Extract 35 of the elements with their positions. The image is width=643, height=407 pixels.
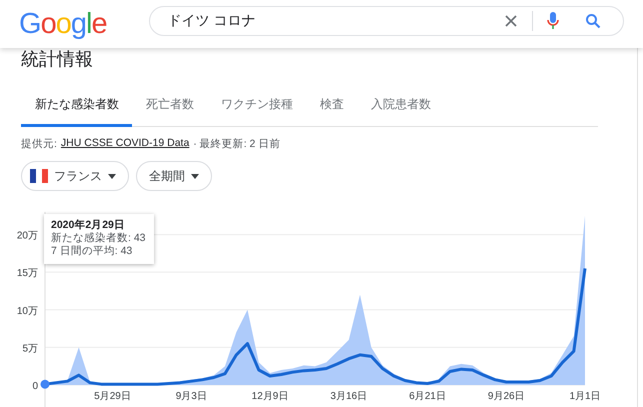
filter-chip[interactable]: フランス	[21, 161, 129, 191]
tooltip-date: 2020年2月29日	[51, 219, 126, 232]
x-axis-label: 1月1日	[569, 391, 601, 402]
x-axis-label: 9月26日	[488, 391, 525, 402]
section-title: 統計情報	[21, 48, 94, 70]
search-field[interactable]: ドイツ コロナ	[148, 6, 624, 36]
y-axis-label: 15万	[16, 268, 38, 280]
x-axis-label: 6月21日	[409, 391, 446, 402]
x-axis-label: 3月16日	[330, 391, 368, 402]
caret-icon	[191, 174, 199, 178]
tab[interactable]: 検査	[306, 90, 357, 127]
caret-icon	[108, 174, 116, 178]
tooltip-line: 7 日間の平均: 43	[51, 245, 134, 258]
y-axis-label: 0	[32, 381, 38, 392]
tooltip-line: 新たな感染者数: 43	[51, 232, 146, 245]
y-axis-label: 10万	[16, 306, 38, 317]
close-icon[interactable]	[504, 14, 518, 28]
x-axis-label: 9月3日	[176, 391, 207, 402]
google-logo[interactable]: Google	[19, 8, 107, 40]
tab[interactable]: 死亡者数	[132, 90, 207, 127]
source-label: 提供元:	[21, 137, 57, 151]
tab[interactable]: 新たな感染者数	[21, 90, 132, 127]
x-axis-label: 5月29日	[94, 391, 131, 402]
tab[interactable]: ワクチン接種	[207, 90, 306, 127]
filter-chip[interactable]: 全期間	[136, 161, 212, 191]
microphone-icon[interactable]	[546, 12, 559, 30]
flag-icon	[30, 169, 48, 183]
highlighted-point	[40, 380, 50, 389]
updated-text: · 最終更新: 2 日前	[193, 137, 280, 151]
source-link[interactable]: JHU CSSE COVID-19 Data	[60, 137, 190, 151]
tab[interactable]: 入院患者数	[357, 90, 444, 127]
y-axis-label: 5万	[22, 343, 38, 354]
y-axis-label: 20万	[16, 230, 38, 242]
x-axis-label: 12月9日	[252, 391, 288, 402]
search-icon[interactable]	[584, 13, 601, 29]
